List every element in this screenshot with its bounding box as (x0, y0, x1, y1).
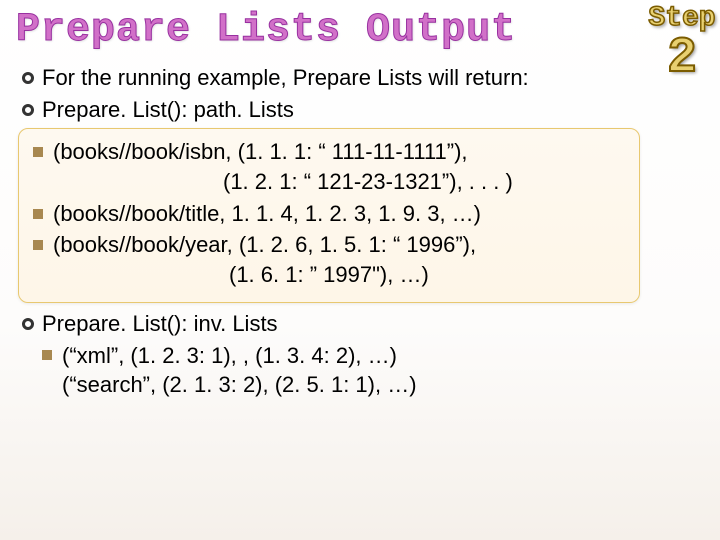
slide-title: Prepare Lists Output (0, 0, 720, 57)
ring-bullet-icon (22, 104, 34, 116)
invlists-heading-text: Prepare. List(): inv. Lists (42, 311, 278, 336)
inv-item-continuation: (“search”, (2. 1. 3: 2), (2. 5. 1: 1), …… (62, 370, 700, 400)
pathlists-box: (books//book/isbn, (1. 1. 1: “ 111-11-11… (18, 128, 640, 302)
inv-item-text: (“xml”, (1. 2. 3: 1), , (1. 3. 4: 2), …) (62, 343, 397, 368)
path-item-year: (books//book/year, (1. 2. 6, 1. 5. 1: “ … (33, 230, 625, 289)
pathlists-heading: Prepare. List(): path. Lists (22, 95, 700, 125)
square-bullet-icon (33, 240, 43, 250)
path-item-continuation: (1. 2. 1: “ 121-23-1321”), . . . ) (53, 167, 625, 197)
path-item-text: (books//book/title, 1. 1. 4, 1. 2. 3, 1.… (53, 201, 481, 226)
ring-bullet-icon (22, 72, 34, 84)
inv-item: (“xml”, (1. 2. 3: 1), , (1. 3. 4: 2), …)… (42, 341, 700, 400)
path-item-text: (books//book/isbn, (1. 1. 1: “ 111-11-11… (53, 139, 468, 164)
intro-bullet: For the running example, Prepare Lists w… (22, 63, 700, 93)
pathlists-heading-text: Prepare. List(): path. Lists (42, 97, 294, 122)
path-item-text: (books//book/year, (1. 2. 6, 1. 5. 1: “ … (53, 232, 476, 257)
content-area: For the running example, Prepare Lists w… (0, 57, 720, 400)
intro-text: For the running example, Prepare Lists w… (42, 65, 529, 90)
invlists-heading: Prepare. List(): inv. Lists (22, 309, 700, 339)
path-item-continuation: (1. 6. 1: ” 1997"), …) (53, 260, 625, 290)
step-word: Step (644, 4, 720, 33)
path-item-isbn: (books//book/isbn, (1. 1. 1: “ 111-11-11… (33, 137, 625, 196)
path-item-title: (books//book/title, 1. 1. 4, 1. 2. 3, 1.… (33, 199, 625, 229)
ring-bullet-icon (22, 318, 34, 330)
square-bullet-icon (42, 350, 52, 360)
square-bullet-icon (33, 147, 43, 157)
square-bullet-icon (33, 209, 43, 219)
